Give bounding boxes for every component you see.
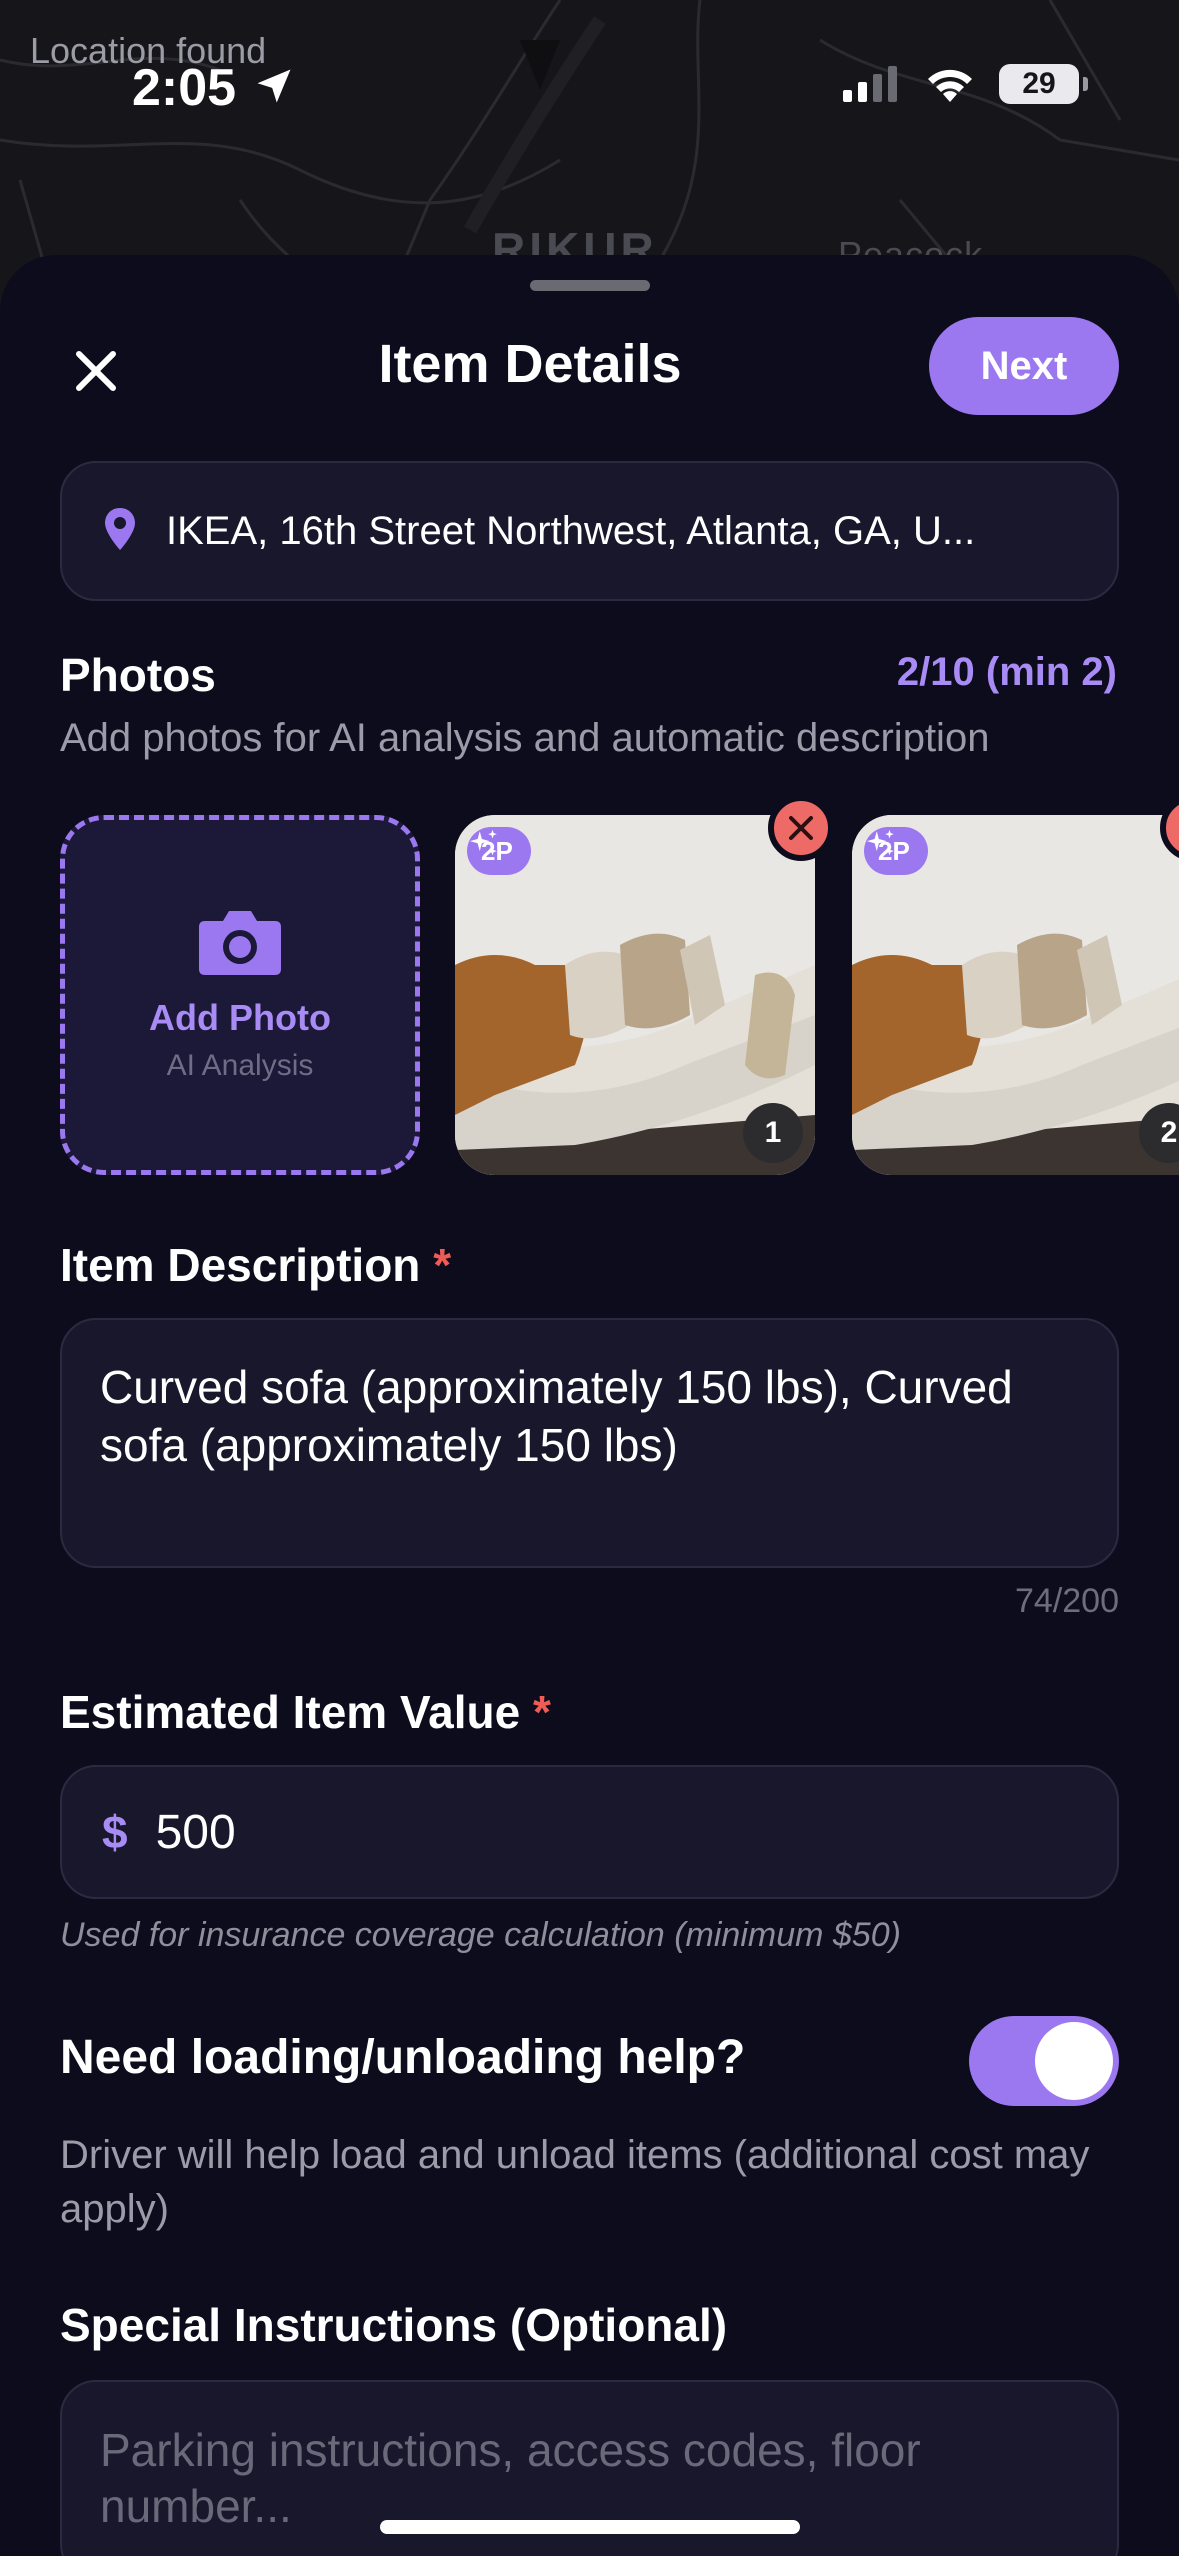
loading-help-description: Driver will help load and unload items (… (60, 2133, 1090, 2231)
toggle-knob (1035, 2022, 1113, 2100)
photos-count: 2/10 (min 2) (896, 650, 1117, 694)
ai-badge: 2P (864, 827, 928, 875)
estimated-value-hint: Used for insurance coverage calculation … (60, 1916, 901, 1954)
estimated-value-input[interactable]: $ 500 (60, 1765, 1119, 1899)
add-photo-sublabel: AI Analysis (166, 1049, 314, 1082)
page-title: Item Details (378, 334, 682, 394)
wifi-icon (928, 69, 972, 102)
item-description-textarea[interactable]: Curved sofa (approximately 150 lbs), Cur… (60, 1318, 1119, 1568)
add-photo-label: Add Photo (149, 997, 331, 1038)
cellular-signal-icon (843, 66, 897, 102)
location-arrow-icon (252, 64, 296, 113)
estimated-value-label: Estimated Item Value * (60, 1686, 551, 1738)
location-pin-icon (102, 506, 138, 557)
pickup-address: IKEA, 16th Street Northwest, Atlanta, GA… (166, 508, 976, 553)
photo-thumbnail[interactable]: 2P 1 (455, 815, 815, 1175)
estimated-value-amount: 500 (155, 1805, 236, 1859)
sparkles-icon (469, 829, 497, 856)
photos-subtitle: Add photos for AI analysis and automatic… (60, 716, 990, 760)
special-instructions-label: Special Instructions (Optional) (60, 2299, 728, 2351)
battery-icon: 29 (999, 64, 1088, 104)
description-char-count: 74/200 (1015, 1582, 1119, 1620)
remove-photo-button[interactable] (768, 795, 834, 861)
add-photo-button[interactable]: Add Photo AI Analysis (60, 815, 420, 1175)
camera-icon (199, 911, 281, 975)
ai-badge: 2P (467, 827, 531, 875)
photo-thumbnail[interactable]: 2P 2 (852, 815, 1179, 1175)
close-icon (789, 816, 813, 840)
currency-symbol: $ (102, 1806, 128, 1858)
loading-help-toggle[interactable] (969, 2016, 1119, 2106)
pickup-location-field[interactable]: IKEA, 16th Street Northwest, Atlanta, GA… (60, 461, 1119, 601)
photo-number-badge: 1 (743, 1103, 803, 1163)
photos-label: Photos (60, 649, 216, 701)
loading-help-label: Need loading/unloading help? (60, 2031, 746, 2084)
next-button[interactable]: Next (929, 317, 1119, 415)
sparkles-icon (866, 829, 894, 856)
status-icons: 29 (841, 64, 1088, 104)
status-time: 2:05 (132, 59, 237, 117)
item-description-label: Item Description * (60, 1239, 452, 1291)
sheet-grabber[interactable] (530, 280, 650, 291)
home-indicator (380, 2520, 800, 2534)
